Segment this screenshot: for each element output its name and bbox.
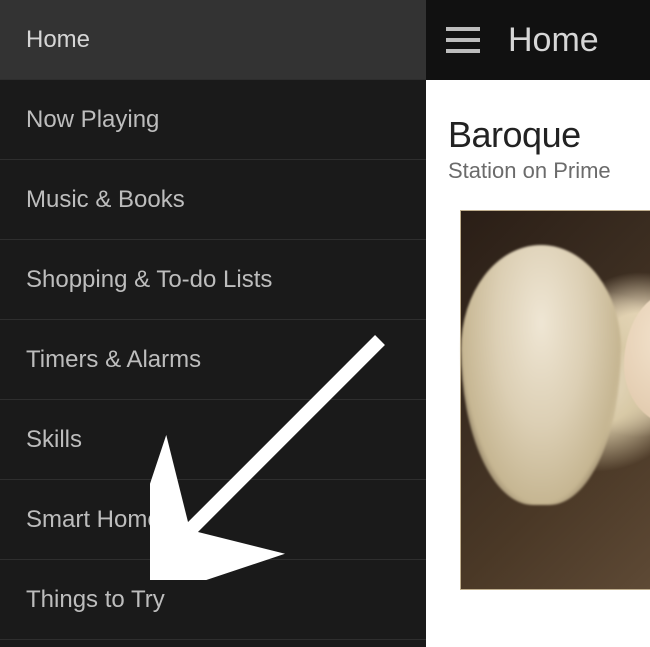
album-art	[460, 210, 650, 590]
header-title: Home	[508, 21, 599, 60]
sidebar-item-shopping-todo[interactable]: Shopping & To-do Lists	[0, 240, 426, 320]
card-subtitle: Station on Prime	[448, 158, 650, 184]
sidebar-item-smart-home[interactable]: Smart Home	[0, 480, 426, 560]
sidebar-menu: Home Now Playing Music & Books Shopping …	[0, 0, 426, 647]
sidebar-item-label: Home	[26, 26, 90, 54]
hamburger-icon[interactable]	[446, 27, 480, 53]
content: Baroque Station on Prime	[426, 80, 650, 647]
sidebar-item-skills[interactable]: Skills	[0, 400, 426, 480]
sidebar-item-home[interactable]: Home	[0, 0, 426, 80]
sidebar-item-now-playing[interactable]: Now Playing	[0, 80, 426, 160]
header: Home	[426, 0, 650, 80]
sidebar-item-label: Things to Try	[26, 586, 165, 614]
main-panel: Home Baroque Station on Prime	[426, 0, 650, 647]
sidebar-item-label: Timers & Alarms	[26, 346, 201, 374]
sidebar-item-label: Smart Home	[26, 506, 161, 534]
sidebar-item-things-to-try[interactable]: Things to Try	[0, 560, 426, 640]
sidebar-item-label: Skills	[26, 426, 82, 454]
sidebar-item-label: Now Playing	[26, 106, 159, 134]
card-title: Baroque	[448, 114, 650, 156]
sidebar-item-music-books[interactable]: Music & Books	[0, 160, 426, 240]
sidebar-item-label: Shopping & To-do Lists	[26, 266, 272, 294]
sidebar-item-label: Music & Books	[26, 186, 185, 214]
sidebar-item-timers-alarms[interactable]: Timers & Alarms	[0, 320, 426, 400]
